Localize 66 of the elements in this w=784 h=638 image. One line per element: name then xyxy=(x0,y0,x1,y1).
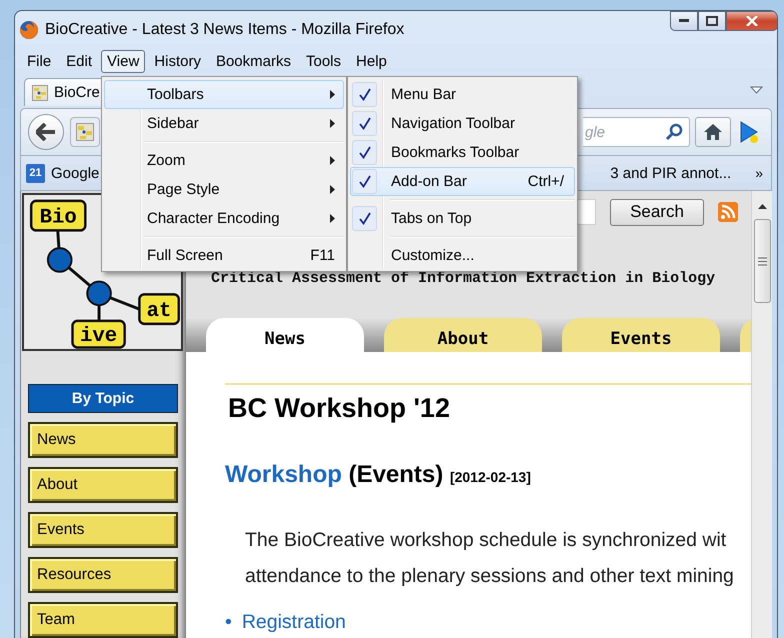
top-menu[interactable]: Edit xyxy=(60,50,98,72)
close-icon xyxy=(746,16,758,26)
site-favicon-icon xyxy=(76,123,94,141)
topic-link-button[interactable]: Events xyxy=(28,512,178,548)
top-menu[interactable]: File xyxy=(21,50,58,72)
top-menu[interactable]: History xyxy=(148,50,207,72)
article-title: BC Workshop '12 xyxy=(228,392,451,425)
menu-item[interactable]: Toolbars xyxy=(104,80,344,109)
list-link[interactable]: Registration xyxy=(242,610,346,634)
topic-link-button[interactable]: News xyxy=(28,422,178,458)
menu-item[interactable]: Page Style xyxy=(104,175,344,204)
tab-list-icon[interactable] xyxy=(750,86,763,94)
menu-item[interactable]: Full Screen F11 xyxy=(104,241,344,270)
grip-icon xyxy=(758,256,766,266)
calendar-icon: 21 xyxy=(26,164,45,182)
page-tab[interactable]: Events xyxy=(562,318,720,352)
search-button[interactable]: Search xyxy=(610,198,704,226)
menu-item[interactable]: Sidebar xyxy=(104,109,344,138)
bookmark-item[interactable]: 21 Google xyxy=(26,164,100,182)
top-menu[interactable]: Tools xyxy=(300,50,348,72)
menu-item[interactable]: Add-on Bar Ctrl+/ xyxy=(350,167,575,196)
close-button[interactable] xyxy=(726,11,777,31)
window-title: BioCreative - Latest 3 News Items - Mozilla Firefox xyxy=(45,20,404,38)
browser-logo-icon xyxy=(19,20,39,40)
bookmarks-overflow-button[interactable]: » xyxy=(755,165,763,181)
top-menu[interactable]: View xyxy=(101,50,146,72)
logo-tile: ive xyxy=(71,320,126,349)
menu-item[interactable]: Bookmarks Toolbar xyxy=(350,138,575,167)
bookmark-item[interactable]: 3 and PIR annot... xyxy=(610,164,732,182)
sidebar-heading: By Topic xyxy=(28,384,178,413)
search-icon xyxy=(665,123,683,141)
home-icon xyxy=(703,123,723,141)
topic-link-button[interactable]: Resources xyxy=(28,557,178,593)
menu-item[interactable]: Character Encoding xyxy=(104,204,344,233)
menu-item[interactable]: Customize... xyxy=(350,241,575,270)
site-favicon-icon xyxy=(32,84,48,100)
page-tab[interactable]: News xyxy=(206,318,364,352)
article-link[interactable]: Workshop xyxy=(225,461,342,488)
article-paragraph: The BioCreative workshop schedule is synchronized wit attendance to the plenary sessions and other text mining xyxy=(245,528,735,589)
maximize-icon xyxy=(706,16,718,26)
menu-item[interactable]: Navigation Toolbar xyxy=(350,109,575,138)
logo-tile: at xyxy=(138,293,180,326)
logo-tile: Bio xyxy=(30,200,87,232)
scroll-thumb[interactable] xyxy=(754,219,770,303)
back-arrow-icon xyxy=(36,123,56,141)
shortcut-label: Ctrl+/ xyxy=(528,173,564,190)
top-menu[interactable]: Bookmarks xyxy=(210,50,297,72)
rss-icon[interactable] xyxy=(718,202,738,222)
minimize-icon xyxy=(679,19,689,23)
page-tab[interactable]: About xyxy=(384,318,542,352)
maximize-button[interactable] xyxy=(698,11,726,31)
back-button[interactable] xyxy=(28,114,64,150)
topic-link-button[interactable]: Team xyxy=(28,602,178,638)
play-arrow-icon[interactable] xyxy=(739,120,759,144)
top-menu[interactable]: Help xyxy=(350,50,393,72)
home-button[interactable] xyxy=(695,117,731,147)
minimize-button[interactable] xyxy=(670,11,698,31)
list-bullet: • xyxy=(225,610,232,634)
scrollbar[interactable] xyxy=(751,191,772,638)
topic-link-button[interactable]: About xyxy=(28,467,178,503)
shortcut-label: F11 xyxy=(310,247,335,264)
menu-item[interactable]: Tabs on Top xyxy=(350,204,575,233)
menu-item[interactable]: Zoom xyxy=(104,146,344,175)
category-label: (Events) xyxy=(348,461,444,488)
date-label: [2012-02-13] xyxy=(450,469,531,485)
menu-item[interactable]: Menu Bar xyxy=(350,80,575,109)
